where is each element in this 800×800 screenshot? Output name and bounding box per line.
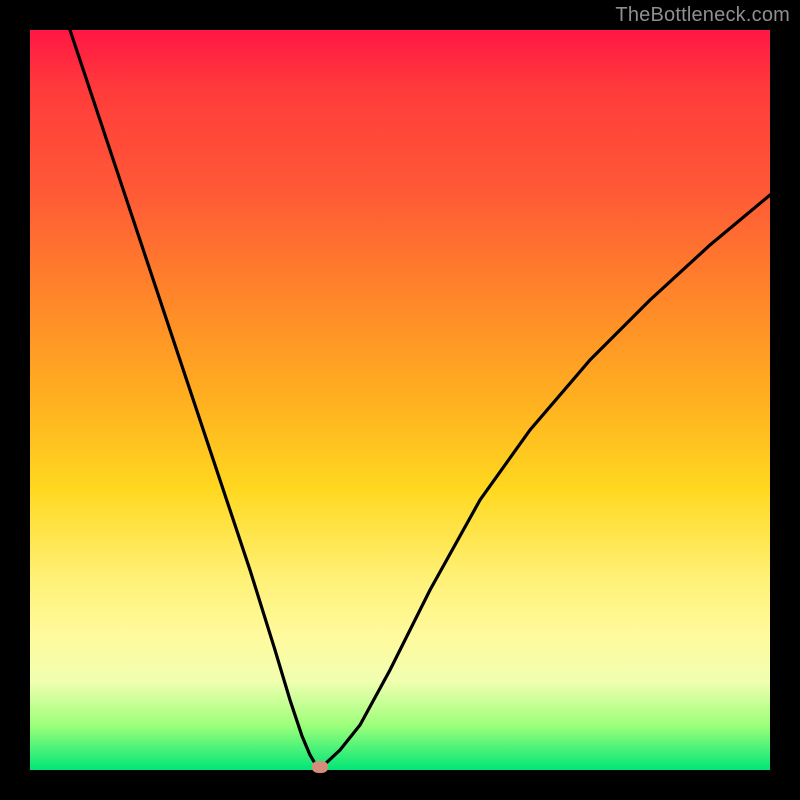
plot-area — [30, 30, 770, 770]
bottleneck-curve — [30, 30, 770, 770]
watermark-text: TheBottleneck.com — [615, 4, 790, 27]
minimum-marker — [312, 761, 328, 773]
chart-frame: TheBottleneck.com — [0, 0, 800, 800]
